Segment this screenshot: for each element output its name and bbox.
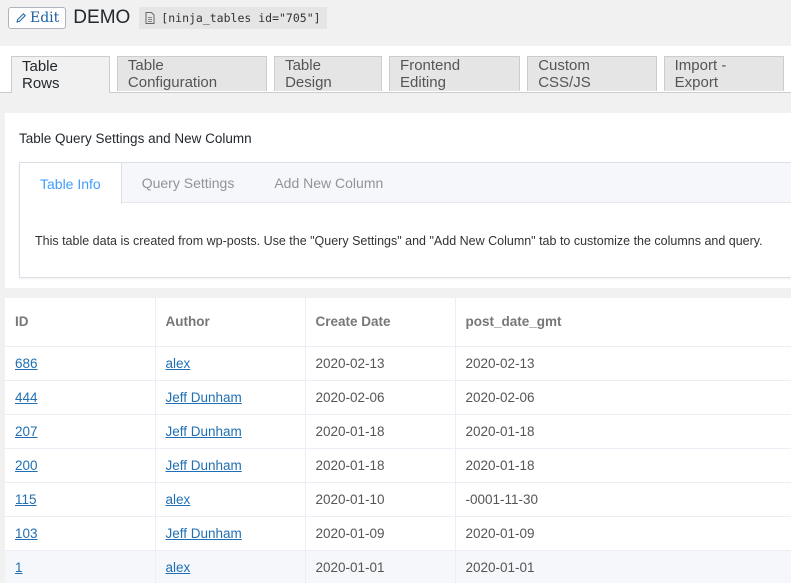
table-row: 103 Jeff Dunham 2020-01-09 2020-01-09: [5, 516, 791, 551]
tab-query-settings[interactable]: Query Settings: [122, 163, 255, 203]
cell-post-date-gmt: 2020-02-13: [455, 346, 791, 381]
post-id-link[interactable]: 115: [15, 492, 37, 507]
tab-table-design[interactable]: Table Design: [274, 56, 383, 91]
post-id-link[interactable]: 200: [15, 458, 38, 473]
tab-custom-css-js[interactable]: Custom CSS/JS: [527, 56, 657, 91]
cell-author: alex: [155, 550, 306, 583]
tab-table-rows[interactable]: Table Rows: [11, 56, 110, 93]
query-panel-title: Table Query Settings and New Column: [19, 131, 252, 146]
cell-post-date-gmt: 2020-01-09: [455, 516, 791, 551]
author-link[interactable]: alex: [166, 492, 191, 507]
post-id-link[interactable]: 1: [15, 560, 23, 575]
cell-author: Jeff Dunham: [155, 414, 306, 449]
page-header: Edit DEMO [ninja_tables id="705"]: [8, 5, 327, 31]
table-row: 115 alex 2020-01-10 -0001-11-30: [5, 482, 791, 517]
cell-post-date-gmt: 2020-01-01: [455, 550, 791, 583]
cell-author: Jeff Dunham: [155, 448, 306, 483]
cell-id: 444: [5, 380, 156, 415]
data-table: ID Author Create Date post_date_gmt 686 …: [5, 298, 791, 583]
cell-id: 115: [5, 482, 156, 517]
table-header-row: ID Author Create Date post_date_gmt: [5, 298, 791, 347]
post-id-link[interactable]: 207: [15, 424, 38, 439]
edit-button[interactable]: Edit: [8, 7, 67, 29]
document-icon: [145, 12, 155, 24]
author-link[interactable]: alex: [166, 356, 191, 371]
cell-create-date: 2020-01-18: [305, 414, 456, 449]
author-link[interactable]: Jeff Dunham: [166, 526, 242, 541]
cell-post-date-gmt: 2020-02-06: [455, 380, 791, 415]
cell-author: alex: [155, 346, 306, 381]
post-id-link[interactable]: 444: [15, 390, 38, 405]
tab-table-configuration[interactable]: Table Configuration: [116, 56, 268, 91]
cell-post-date-gmt: 2020-01-18: [455, 414, 791, 449]
query-settings-panel: Table Query Settings and New Column Tabl…: [5, 113, 791, 288]
tab-frontend-editing[interactable]: Frontend Editing: [389, 56, 521, 91]
post-id-link[interactable]: 686: [15, 356, 38, 371]
cell-id: 1: [5, 550, 156, 583]
author-link[interactable]: alex: [166, 560, 191, 575]
cell-create-date: 2020-01-10: [305, 482, 456, 517]
table-row: 444 Jeff Dunham 2020-02-06 2020-02-06: [5, 380, 791, 415]
column-header-create-date[interactable]: Create Date: [305, 298, 456, 347]
main-tabs: Table Rows Table Configuration Table Des…: [11, 56, 791, 93]
cell-create-date: 2020-01-18: [305, 448, 456, 483]
tab-table-info[interactable]: Table Info: [20, 163, 122, 204]
table-row: 207 Jeff Dunham 2020-01-18 2020-01-18: [5, 414, 791, 449]
table-info-text: This table data is created from wp-posts…: [35, 234, 763, 248]
cell-create-date: 2020-01-09: [305, 516, 456, 551]
cell-id: 200: [5, 448, 156, 483]
column-header-author[interactable]: Author: [155, 298, 306, 347]
cell-author: Jeff Dunham: [155, 516, 306, 551]
edit-button-label: Edit: [30, 10, 60, 26]
post-id-link[interactable]: 103: [15, 526, 38, 541]
cell-create-date: 2020-02-13: [305, 346, 456, 381]
column-header-id[interactable]: ID: [5, 298, 156, 347]
cell-author: alex: [155, 482, 306, 517]
table-row: 1 alex 2020-01-01 2020-01-01: [5, 550, 791, 583]
cell-id: 103: [5, 516, 156, 551]
shortcode-badge[interactable]: [ninja_tables id="705"]: [139, 7, 327, 29]
cell-create-date: 2020-01-01: [305, 550, 456, 583]
table-row: 200 Jeff Dunham 2020-01-18 2020-01-18: [5, 448, 791, 483]
query-tabs: Table Info Query Settings Add New Column: [20, 163, 791, 204]
author-link[interactable]: Jeff Dunham: [166, 458, 242, 473]
pencil-icon: [16, 13, 26, 23]
cell-post-date-gmt: 2020-01-18: [455, 448, 791, 483]
cell-author: Jeff Dunham: [155, 380, 306, 415]
cell-create-date: 2020-02-06: [305, 380, 456, 415]
shortcode-text: [ninja_tables id="705"]: [161, 11, 321, 25]
column-header-post-date-gmt[interactable]: post_date_gmt: [455, 298, 791, 347]
cell-id: 207: [5, 414, 156, 449]
author-link[interactable]: Jeff Dunham: [166, 424, 242, 439]
page-title: DEMO: [73, 7, 131, 28]
table-row: 686 alex 2020-02-13 2020-02-13: [5, 346, 791, 381]
tab-import-export[interactable]: Import - Export: [663, 56, 784, 91]
author-link[interactable]: Jeff Dunham: [166, 390, 242, 405]
query-tabs-box: Table Info Query Settings Add New Column…: [19, 162, 791, 278]
cell-post-date-gmt: -0001-11-30: [455, 482, 791, 517]
tab-add-new-column[interactable]: Add New Column: [254, 163, 403, 203]
cell-id: 686: [5, 346, 156, 381]
